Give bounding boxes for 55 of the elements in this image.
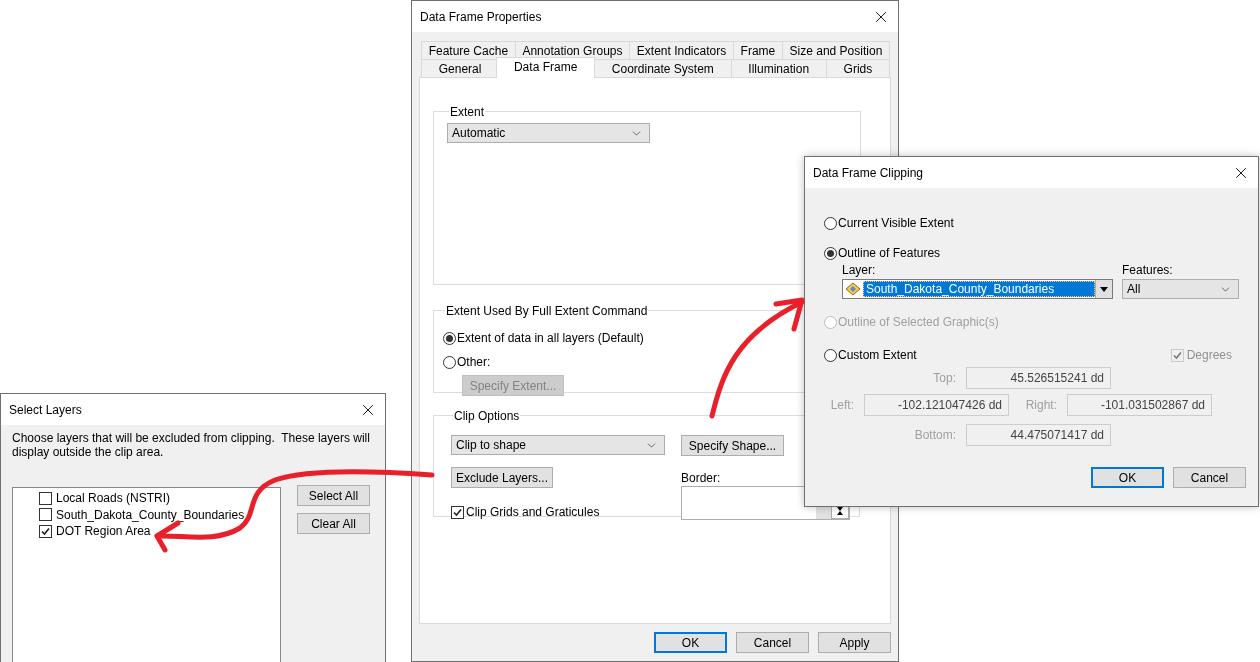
tab[interactable]: Size and Position <box>781 41 890 59</box>
polygon-layer-icon <box>845 282 861 296</box>
coordinate-label: Right: <box>1024 397 1058 414</box>
tab[interactable]: Annotation Groups <box>514 41 631 59</box>
list-button[interactable]: Select All <box>297 485 370 506</box>
tab[interactable]: Grids <box>825 59 890 77</box>
checkbox-label: South_Dakota_County_Boundaries <box>56 506 245 524</box>
group-label: Extent Used By Full Extent Command <box>446 304 648 318</box>
specify-shape-button[interactable]: Specify Shape... <box>681 435 784 456</box>
layer-label: Layer: <box>842 263 877 277</box>
radio-button[interactable] <box>824 246 837 260</box>
radio-label: Current Visible Extent <box>838 215 954 232</box>
dialog-button[interactable]: OK <box>1091 467 1164 488</box>
radio-button[interactable] <box>824 216 837 230</box>
radio-button[interactable] <box>443 331 456 345</box>
group-label: Extent <box>450 105 485 119</box>
dialog-button[interactable]: Apply <box>818 632 891 653</box>
coordinate-label: Left: <box>829 397 855 414</box>
list-button[interactable]: Clear All <box>297 513 370 534</box>
dialog-button[interactable]: Cancel <box>736 632 809 653</box>
coordinate-label: Bottom: <box>913 427 957 444</box>
checkbox[interactable] <box>39 491 52 505</box>
description-text: Choose layers that will be excluded from clipping. These layers will display outside the clip area. <box>12 431 371 459</box>
checkbox[interactable] <box>451 505 464 519</box>
radio-label: Other: <box>457 354 491 371</box>
exclude-layers-button[interactable]: Exclude Layers... <box>451 467 553 488</box>
border-label: Border: <box>681 471 722 485</box>
window-title: Data Frame Clipping <box>813 164 924 182</box>
dialog-button[interactable]: Cancel <box>1173 467 1246 488</box>
tab[interactable]: Coordinate System <box>594 59 732 77</box>
features-label: Features: <box>1122 263 1174 277</box>
radio-label: Outline of Features <box>838 245 941 262</box>
window-title: Select Layers <box>9 401 82 419</box>
clip-mode-dropdown[interactable]: Clip to shape <box>451 435 665 455</box>
extent-dropdown[interactable]: Automatic <box>447 123 650 143</box>
checkbox[interactable] <box>39 508 52 522</box>
coordinate-label: Top: <box>932 370 957 387</box>
checkbox-label: DOT Region Area <box>56 523 151 541</box>
layer-dropdown[interactable]: South_Dakota_County_Boundaries <box>842 279 1113 299</box>
radio-label: Outline of Selected Graphic(s) <box>838 314 999 331</box>
radio-button[interactable] <box>824 348 837 362</box>
tab[interactable]: Data Frame <box>496 57 596 78</box>
dialog-button[interactable]: OK <box>654 632 727 653</box>
caret-icon <box>1100 286 1108 292</box>
checkbox-label: Degrees <box>1186 347 1232 364</box>
checkbox[interactable] <box>39 524 52 538</box>
window-title: Data Frame Properties <box>420 8 542 26</box>
radio-label: Extent of data in all layers (Default) <box>457 330 644 347</box>
group-label: Clip Options <box>454 409 520 423</box>
tab[interactable]: Feature Cache <box>421 41 516 59</box>
radio-button[interactable] <box>443 355 456 369</box>
checkbox-label: Local Roads (NSTRI) <box>56 490 171 508</box>
features-dropdown[interactable]: All <box>1122 279 1239 299</box>
checkbox-label: Clip Grids and Graticules <box>466 504 600 521</box>
radio-label: Custom Extent <box>838 347 917 364</box>
